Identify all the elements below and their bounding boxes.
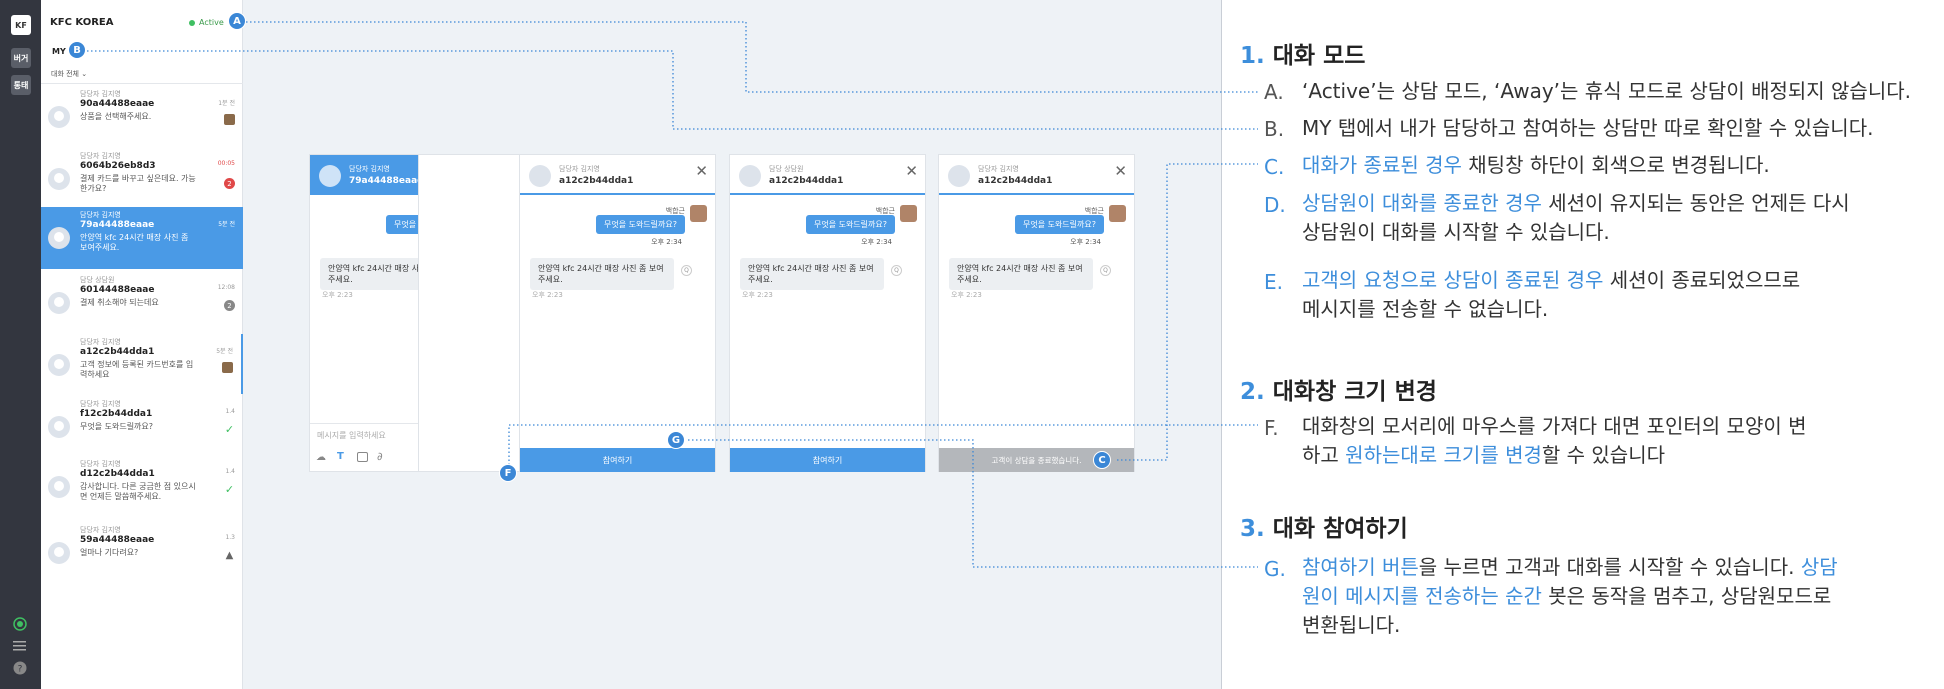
item-b-letter: B.: [1264, 117, 1285, 141]
section-3-heading: 3. 대화 참여하기: [1240, 516, 1408, 542]
item-e-text: 고객의 요청으로 상담이 종료된 경우 세션이 종료되었으므로 메시지를 전송할 …: [1302, 268, 1801, 321]
item-e-letter: E.: [1264, 270, 1283, 294]
item-d-letter: D.: [1264, 193, 1286, 217]
item-f-letter: F.: [1264, 416, 1279, 440]
marker-b: B: [68, 41, 86, 59]
item-g-text: 참여하기 버튼을 누르면 고객과 대화를 시작할 수 있습니다. 상담 원이 메시…: [1302, 555, 1838, 637]
item-f-text: 대화창의 모서리에 마우스를 가져다 대면 포인터의 모양이 변 하고 원하는대로…: [1302, 414, 1807, 467]
section-1-heading: 1. 대화 모드: [1240, 43, 1366, 69]
item-c-text: 대화가 종료된 경우 채팅창 하단이 회색으로 변경됩니다.: [1302, 153, 1770, 177]
item-b-text: MY 탭에서 내가 담당하고 참여하는 상담만 따로 확인할 수 있습니다.: [1302, 116, 1874, 140]
item-a-letter: A.: [1264, 80, 1284, 104]
item-c-letter: C.: [1264, 155, 1285, 179]
item-g-letter: G.: [1264, 557, 1286, 581]
marker-a: A: [228, 12, 246, 30]
item-a-text: ‘Active’는 상담 모드, ‘Away’는 휴식 모드로 상담이 배정되지…: [1302, 79, 1911, 103]
item-d-text: 상담원이 대화를 종료한 경우 세션이 유지되는 동안은 언제든 다시 상담원이 …: [1302, 191, 1850, 244]
marker-c: C: [1093, 451, 1111, 469]
marker-g: G: [667, 431, 685, 449]
marker-f: F: [499, 464, 517, 482]
section-2-heading: 2. 대화창 크기 변경: [1240, 379, 1437, 405]
